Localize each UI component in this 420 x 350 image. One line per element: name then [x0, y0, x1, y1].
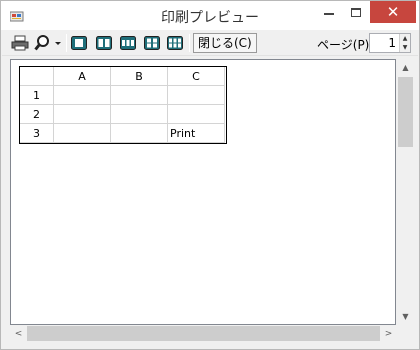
six-pages-button[interactable]: [165, 33, 185, 53]
page-label: ページ(P): [317, 38, 370, 52]
zoom-button[interactable]: [33, 33, 63, 53]
sheet-cell: [110, 104, 168, 124]
row-header: 3: [19, 123, 54, 143]
sheet-cell: [53, 123, 111, 143]
sheet-row: 1: [19, 85, 225, 105]
zoom-icon: [34, 35, 61, 51]
minimize-icon: [324, 13, 334, 15]
sheet-header-row: A B C: [19, 66, 225, 86]
row-header: 1: [19, 85, 54, 105]
page-number-spinner[interactable]: ▲ ▼: [369, 33, 411, 53]
sheet-cell: [53, 85, 111, 105]
close-preview-button[interactable]: 閉じる(C): [193, 33, 257, 53]
three-pages-icon: [120, 36, 136, 50]
spin-up-icon[interactable]: ▲: [399, 34, 410, 43]
print-button[interactable]: [9, 33, 31, 53]
page-number-input[interactable]: [371, 35, 398, 51]
sheet-cell: [53, 104, 111, 124]
row-header: 2: [19, 104, 54, 124]
two-pages-button[interactable]: [94, 33, 114, 53]
preview-area[interactable]: A B C 1 2 3 Print: [10, 59, 396, 325]
vertical-scroll-thumb[interactable]: [398, 77, 413, 147]
sheet-cell: [167, 85, 225, 105]
scroll-up-icon[interactable]: ▲: [397, 59, 414, 76]
maximize-icon: [351, 7, 361, 17]
column-header: A: [53, 66, 111, 86]
printer-icon: [11, 35, 29, 51]
toolbar-separator: [66, 34, 67, 52]
size-grip: [397, 325, 414, 342]
sheet-cell: Print: [167, 123, 225, 143]
sheet-cell: [110, 123, 168, 143]
spin-down-icon[interactable]: ▼: [399, 43, 410, 52]
corner-cell: [19, 66, 54, 86]
sheet-cell: [110, 85, 168, 105]
one-page-icon: [71, 36, 87, 50]
sheet-cell: [167, 104, 225, 124]
two-pages-icon: [96, 36, 112, 50]
one-page-button[interactable]: [69, 33, 89, 53]
column-header: C: [167, 66, 225, 86]
three-pages-button[interactable]: [118, 33, 138, 53]
close-icon: ✕: [386, 3, 400, 21]
horizontal-scrollbar[interactable]: < >: [10, 325, 397, 342]
column-header: B: [110, 66, 168, 86]
maximize-button[interactable]: [343, 1, 369, 23]
print-preview-window: 印刷プレビュー ✕ 閉じる(C) ページ(P) 1 ▲ ▼ A B C 1 2 …: [0, 0, 420, 350]
toolbar: 閉じる(C) ページ(P) ▲ ▼: [2, 30, 418, 56]
sheet-row: 3 Print: [19, 123, 225, 143]
preview-sheet: A B C 1 2 3 Print: [19, 66, 225, 143]
title-bar: 印刷プレビュー ✕: [1, 1, 419, 30]
horizontal-scroll-thumb[interactable]: [27, 326, 380, 341]
four-pages-button[interactable]: [142, 33, 162, 53]
scroll-left-icon[interactable]: <: [10, 325, 27, 342]
toolbar-separator: [189, 34, 190, 52]
sheet-row: 2: [19, 104, 225, 124]
four-pages-icon: [144, 36, 160, 50]
six-pages-icon: [167, 36, 183, 50]
minimize-button[interactable]: [315, 1, 343, 23]
close-window-button[interactable]: ✕: [370, 1, 416, 23]
scroll-down-icon[interactable]: ▼: [397, 308, 414, 325]
scroll-right-icon[interactable]: >: [380, 325, 397, 342]
vertical-scrollbar[interactable]: ▲ ▼: [397, 59, 414, 325]
